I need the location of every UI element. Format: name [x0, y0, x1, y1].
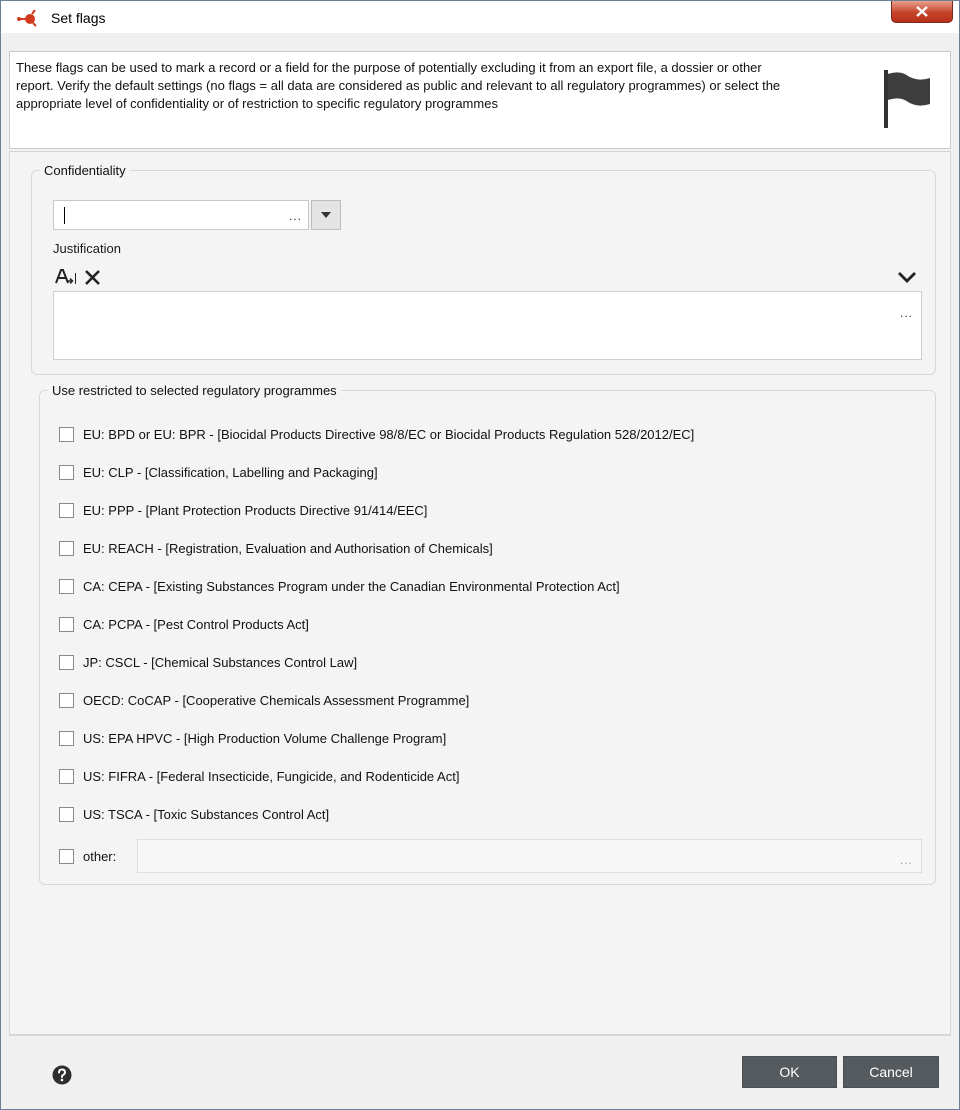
regulatory-legend: Use restricted to selected regulatory pr… — [52, 383, 337, 398]
regulatory-item-us-fifra[interactable]: US: FIFRA - [Federal Insecticide, Fungic… — [59, 766, 459, 786]
chevron-down-icon — [321, 212, 331, 218]
checkbox[interactable] — [59, 654, 74, 670]
regulatory-item-eu-clp[interactable]: EU: CLP - [Classification, Labelling and… — [59, 462, 378, 482]
regulatory-item-us-epa-hpvc[interactable]: US: EPA HPVC - [High Production Volume C… — [59, 728, 446, 748]
justification-label: Justification — [53, 241, 121, 256]
checkbox[interactable] — [59, 578, 74, 594]
regulatory-item-label: OECD: CoCAP - [Cooperative Chemicals Ass… — [83, 692, 470, 708]
app-logo-icon — [17, 9, 37, 27]
checkbox[interactable] — [59, 540, 74, 556]
title-bar[interactable]: Set flags — [1, 1, 959, 33]
confidentiality-ellipsis[interactable]: ... — [289, 209, 302, 223]
regulatory-item-us-tsca[interactable]: US: TSCA - [Toxic Substances Control Act… — [59, 804, 329, 824]
footer-divider — [9, 1035, 951, 1036]
other-ellipsis[interactable]: ... — [900, 853, 913, 867]
info-text: These flags can be used to mark a record… — [16, 60, 781, 111]
clear-icon[interactable] — [83, 267, 103, 287]
regulatory-item-jp-cscl[interactable]: JP: CSCL - [Chemical Substances Control … — [59, 652, 357, 672]
regulatory-item-eu-reach[interactable]: EU: REACH - [Registration, Evaluation an… — [59, 538, 493, 558]
checkbox[interactable] — [59, 730, 74, 746]
cancel-button[interactable]: Cancel — [843, 1056, 939, 1088]
regulatory-item-oecd-cocap[interactable]: OECD: CoCAP - [Cooperative Chemicals Ass… — [59, 690, 469, 710]
checkbox[interactable] — [59, 426, 74, 442]
justification-ellipsis[interactable]: ... — [900, 306, 913, 320]
regulatory-item-label: EU: BPD or EU: BPR - [Biocidal Products … — [83, 426, 695, 442]
checkbox[interactable] — [59, 806, 74, 822]
regulatory-item-eu-ppp[interactable]: EU: PPP - [Plant Protection Products Dir… — [59, 500, 427, 520]
regulatory-item-ca-pcpa[interactable]: CA: PCPA - [Pest Control Products Act] — [59, 614, 309, 634]
expand-chevron-icon[interactable] — [897, 270, 917, 284]
checkbox[interactable] — [59, 768, 74, 784]
regulatory-item-label: US: FIFRA - [Federal Insecticide, Fungic… — [83, 768, 460, 784]
checkbox[interactable] — [59, 616, 74, 632]
format-text-icon[interactable] — [55, 267, 77, 287]
confidentiality-legend: Confidentiality — [44, 163, 126, 178]
regulatory-item-label: US: EPA HPVC - [High Production Volume C… — [83, 730, 447, 746]
checkbox[interactable] — [59, 464, 74, 480]
regulatory-item-eu-bpd-bpr[interactable]: EU: BPD or EU: BPR - [Biocidal Products … — [59, 424, 694, 444]
checkbox[interactable] — [59, 502, 74, 518]
confidentiality-select[interactable]: ... — [53, 200, 309, 230]
regulatory-item-label: US: TSCA - [Toxic Substances Control Act… — [83, 806, 330, 822]
regulatory-item-label: CA: CEPA - [Existing Substances Program … — [83, 578, 620, 594]
regulatory-item-other[interactable]: other: — [59, 846, 116, 866]
regulatory-item-label: EU: PPP - [Plant Protection Products Dir… — [83, 502, 428, 518]
regulatory-item-label: JP: CSCL - [Chemical Substances Control … — [83, 654, 358, 670]
regulatory-item-label: EU: CLP - [Classification, Labelling and… — [83, 464, 378, 480]
other-input[interactable]: ... — [137, 839, 922, 873]
checkbox[interactable] — [59, 692, 74, 708]
regulatory-item-label: EU: REACH - [Registration, Evaluation an… — [83, 540, 493, 556]
checkbox[interactable] — [59, 848, 74, 864]
justification-textarea[interactable]: ... — [53, 291, 922, 360]
close-icon — [916, 6, 928, 17]
info-panel: These flags can be used to mark a record… — [9, 51, 951, 149]
set-flags-dialog: Set flags These flags can be used to mar… — [0, 0, 960, 1110]
help-icon[interactable] — [52, 1065, 72, 1085]
text-caret — [64, 207, 65, 224]
close-button[interactable] — [891, 1, 953, 23]
window-title: Set flags — [51, 10, 106, 26]
flag-icon — [884, 70, 930, 128]
regulatory-item-ca-cepa[interactable]: CA: CEPA - [Existing Substances Program … — [59, 576, 620, 596]
ok-button[interactable]: OK — [742, 1056, 837, 1088]
confidentiality-dropdown-button[interactable] — [311, 200, 341, 230]
regulatory-item-label: CA: PCPA - [Pest Control Products Act] — [83, 616, 309, 632]
other-label: other: — [83, 848, 117, 864]
